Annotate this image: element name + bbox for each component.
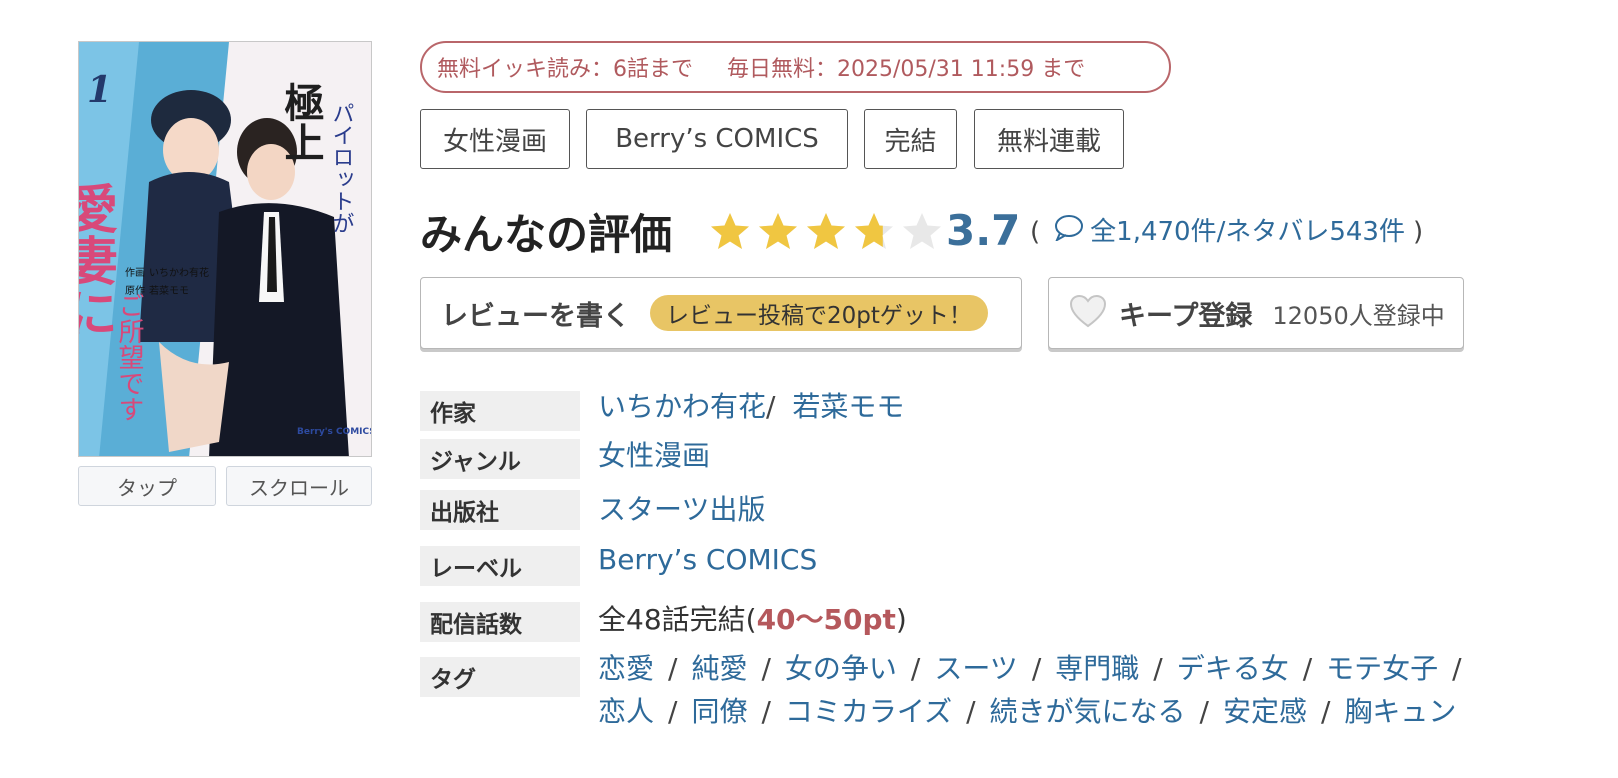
comic-cover-image[interactable]: 愛妻に 極上 パイロットが ご所望です 1 作画 いちかわ有花 原作 若菜モモ … [78,41,372,457]
cover-title-line1: 極上 [278,82,325,162]
tag-separator: / [1031,652,1042,685]
cover-title-line3: 愛妻に [79,182,118,338]
star-icon [807,213,845,249]
tag-link[interactable]: 胸キュン [1344,695,1456,728]
review-count-text: 全1,470件/ネタバレ543件 [1090,217,1405,247]
rating-stars [708,210,944,254]
tag-status[interactable]: 完結 [864,109,957,169]
tag-separator: / [668,695,678,728]
tag-separator: / [761,695,771,728]
tag-link[interactable]: 専門職 [1055,652,1139,685]
tag-separator: / [1302,652,1313,685]
author-link-1[interactable]: いちかわ有花 [598,390,766,423]
star-icon [903,213,941,249]
heart-icon [1069,294,1107,332]
cover-title-line2: パイロットが [329,102,354,234]
episodes-row-label: 配信話数 [420,602,580,642]
write-review-button[interactable]: レビューを書く レビュー投稿で20ptゲット！ [420,277,1022,349]
review-count-link[interactable]: ( 全1,470件/ネタバレ543件 ) [1030,213,1423,251]
tag-separator: / [1153,652,1163,685]
author-separator: / [766,390,776,423]
keep-count: 12050人登録中 [1272,301,1445,330]
cover-title-line4: ご所望です [114,292,144,422]
star-icon [759,213,797,249]
episodes-pt: 40〜50pt [756,603,896,636]
star-icon [711,213,749,249]
author-row-label: 作家 [420,391,580,431]
tag-separator: / [910,652,921,685]
free-read-info: 無料イッキ読み：6話まで 毎日無料：2025/05/31 11:59 まで [420,41,1171,93]
episodes-row-value: 全48話完結(40〜50pt) [598,598,907,638]
genre-row-label: ジャンル [420,439,580,479]
tag-link[interactable]: スーツ [934,652,1017,685]
tag-link[interactable]: 純愛 [691,652,747,685]
cover-credit-label2: 原作 [125,285,145,297]
publisher-link[interactable]: スターツ出版 [598,488,765,528]
close-paren: ) [1412,217,1424,247]
tag-separator: / [1452,652,1462,685]
label-link[interactable]: Berry’s COMICS [598,543,817,576]
tag-link[interactable]: 女の争い [785,652,897,685]
episodes-text: 全48話完結( [598,603,757,636]
tag-link[interactable]: コミカライズ [785,695,952,728]
tags-row-label: タグ [420,657,580,697]
tag-separator: / [1320,695,1331,728]
cover-credit-name1: いちかわ有花 [149,266,209,279]
review-bonus-badge: レビュー投稿で20ptゲット！ [650,295,988,331]
tag-free-serial[interactable]: 無料連載 [974,109,1124,169]
cover-credit-name2: 若菜モモ [149,284,189,297]
tags-line-1: 恋愛 / 純愛 / 女の争い / スーツ / 専門職 / デキる女 / モテ女子 / [598,647,1476,687]
cover-volume: 1 [87,69,112,111]
episodes-close: ) [895,603,907,636]
tag-link[interactable]: 安定感 [1223,695,1307,728]
label-row-label: レーベル [420,546,580,586]
keep-label: キープ登録 [1119,300,1253,332]
rating-score: 3.7 [946,206,1021,255]
tag-link[interactable]: 恋愛 [598,652,654,685]
publisher-row-label: 出版社 [420,490,580,530]
free-daily-text: 毎日無料：2025/05/31 11:59 まで [727,57,1086,82]
free-binge-text: 無料イッキ読み：6話まで [437,57,693,82]
star-icon [855,213,893,249]
scroll-view-button[interactable]: スクロール [226,466,372,506]
open-paren: ( [1030,217,1041,247]
tags-line-2: 恋人 / 同僚 / コミカライズ / 続きが気になる / 安定感 / 胸キュン [598,690,1456,730]
tag-separator: / [761,652,771,685]
author-link-2[interactable]: 若菜モモ [792,390,904,423]
keep-button[interactable]: キープ登録 12050人登録中 [1048,277,1464,349]
tag-genre[interactable]: 女性漫画 [420,109,570,169]
comment-icon [1054,213,1084,251]
genre-link[interactable]: 女性漫画 [598,434,710,474]
tag-label[interactable]: Berry’s COMICS [586,109,848,169]
tag-separator: / [1199,695,1209,728]
tag-link[interactable]: 続きが気になる [990,695,1186,728]
tag-link[interactable]: 恋人 [598,695,654,728]
tag-separator: / [668,652,678,685]
tag-link[interactable]: モテ女子 [1326,652,1438,685]
rating-heading: みんなの評価 [420,210,673,259]
write-review-label: レビューを書く [441,300,630,332]
cover-credit-label1: 作画 [125,267,145,279]
tag-link[interactable]: デキる女 [1177,652,1289,685]
tap-view-button[interactable]: タップ [78,466,216,506]
tag-separator: / [966,695,976,728]
tag-link[interactable]: 同僚 [691,695,747,728]
cover-publisher-logo: Berry's COMICS [297,427,372,437]
author-row-value: いちかわ有花/ 若菜モモ [598,385,904,425]
